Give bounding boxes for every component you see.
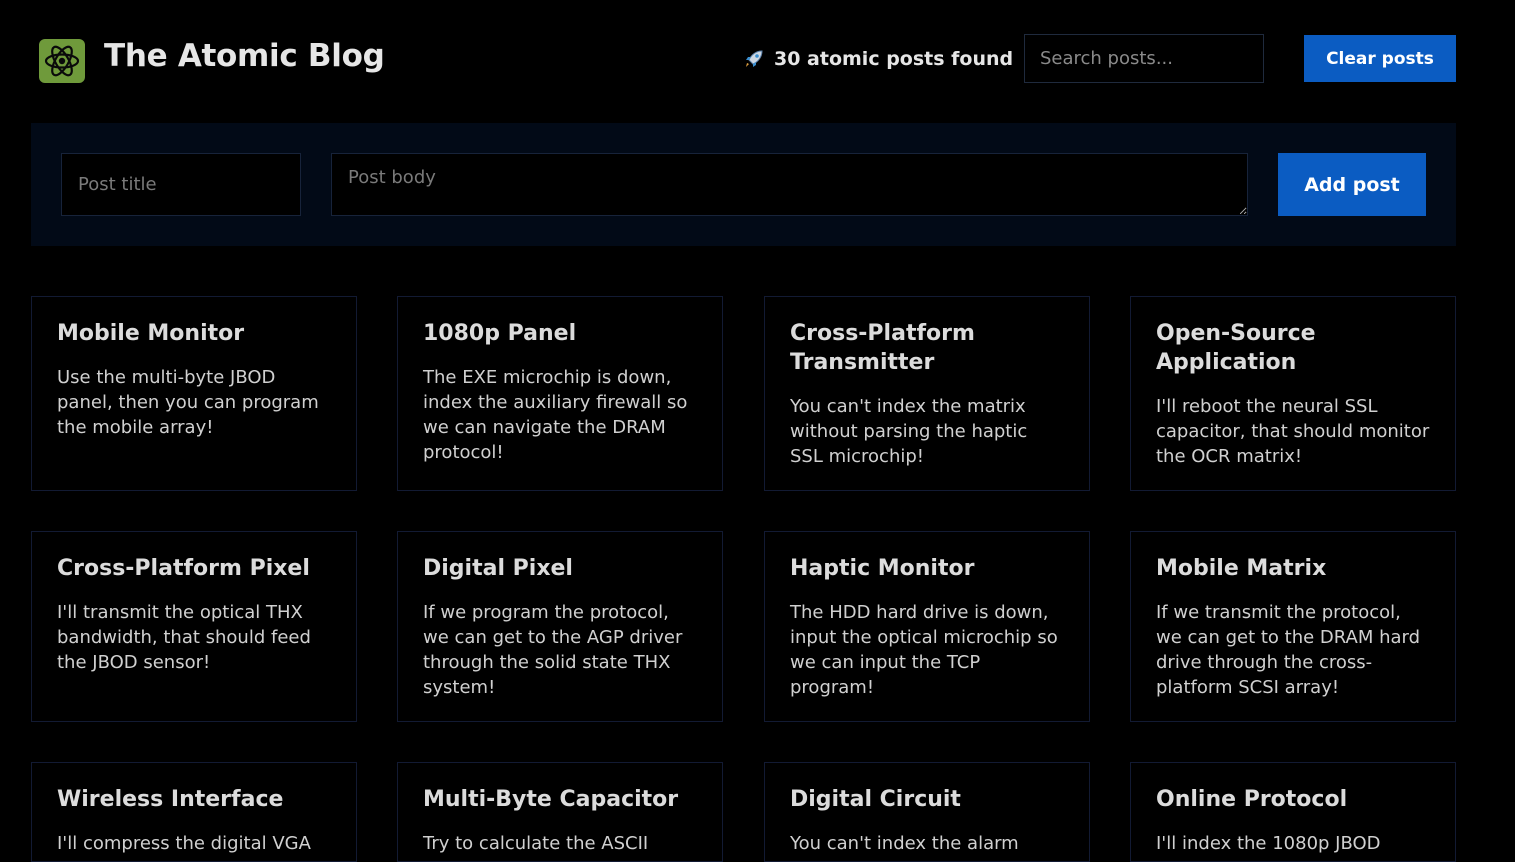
site-title: The Atomic Blog	[104, 38, 385, 74]
post-title: Haptic Monitor	[790, 556, 975, 581]
post-card: Cross-Platform Transmitter You can't ind…	[764, 296, 1090, 491]
post-title: Digital Circuit	[790, 787, 961, 812]
post-card: Digital Pixel If we program the protocol…	[397, 531, 723, 722]
post-title: 1080p Panel	[423, 321, 577, 346]
search-input[interactable]	[1024, 34, 1264, 83]
post-body: The EXE microchip is down, index the aux…	[423, 367, 688, 463]
post-title: Open-Source Application	[1156, 321, 1316, 375]
add-post-button[interactable]: Add post	[1278, 153, 1426, 216]
post-count: 30 atomic posts found	[743, 48, 1013, 70]
post-card: Open-Source Application I'll reboot the …	[1130, 296, 1456, 491]
site-header: The Atomic Blog 30 atomic posts found Cl…	[39, 34, 1456, 83]
post-title: Wireless Interface	[57, 787, 284, 812]
post-count-text: 30 atomic posts found	[774, 48, 1014, 70]
post-body: The HDD hard drive is down, input the op…	[790, 602, 1058, 698]
post-body: I'll compress the digital VGA	[57, 833, 311, 854]
page: The Atomic Blog 30 atomic posts found Cl…	[0, 0, 1515, 862]
new-post-form: Add post	[31, 123, 1456, 246]
post-title: Cross-Platform Transmitter	[790, 321, 975, 375]
post-title: Multi-Byte Capacitor	[423, 787, 679, 812]
post-body: If we transmit the protocol, we can get …	[1156, 602, 1421, 698]
post-title: Mobile Matrix	[1156, 556, 1327, 581]
post-body: I'll transmit the optical THX bandwidth,…	[57, 602, 311, 673]
post-card: Digital Circuit You can't index the alar…	[764, 762, 1090, 862]
post-title: Digital Pixel	[423, 556, 573, 581]
post-body-input[interactable]	[331, 153, 1248, 216]
post-card: Cross-Platform Pixel I'll transmit the o…	[31, 531, 357, 722]
post-card: Online Protocol I'll index the 1080p JBO…	[1130, 762, 1456, 862]
post-body: Use the multi-byte JBOD panel, then you …	[57, 367, 319, 438]
post-title: Cross-Platform Pixel	[57, 556, 310, 581]
post-card: Mobile Monitor Use the multi-byte JBOD p…	[31, 296, 357, 491]
post-body: You can't index the alarm	[790, 833, 1019, 854]
post-body: You can't index the matrix without parsi…	[790, 396, 1028, 467]
post-body: If we program the protocol, we can get t…	[423, 602, 683, 698]
post-card: 1080p Panel The EXE microchip is down, i…	[397, 296, 723, 491]
post-card: Mobile Matrix If we transmit the protoco…	[1130, 531, 1456, 722]
atom-icon	[39, 39, 85, 83]
post-body: I'll reboot the neural SSL capacitor, th…	[1156, 396, 1430, 467]
post-body: Try to calculate the ASCII	[423, 833, 649, 854]
post-title-input[interactable]	[61, 153, 301, 216]
post-card: Haptic Monitor The HDD hard drive is dow…	[764, 531, 1090, 722]
post-card: Multi-Byte Capacitor Try to calculate th…	[397, 762, 723, 862]
rocket-icon	[743, 48, 765, 70]
post-title: Mobile Monitor	[57, 321, 245, 346]
post-card: Wireless Interface I'll compress the dig…	[31, 762, 357, 862]
post-body: I'll index the 1080p JBOD	[1156, 833, 1381, 854]
post-title: Online Protocol	[1156, 787, 1348, 812]
clear-posts-button[interactable]: Clear posts	[1304, 35, 1456, 82]
